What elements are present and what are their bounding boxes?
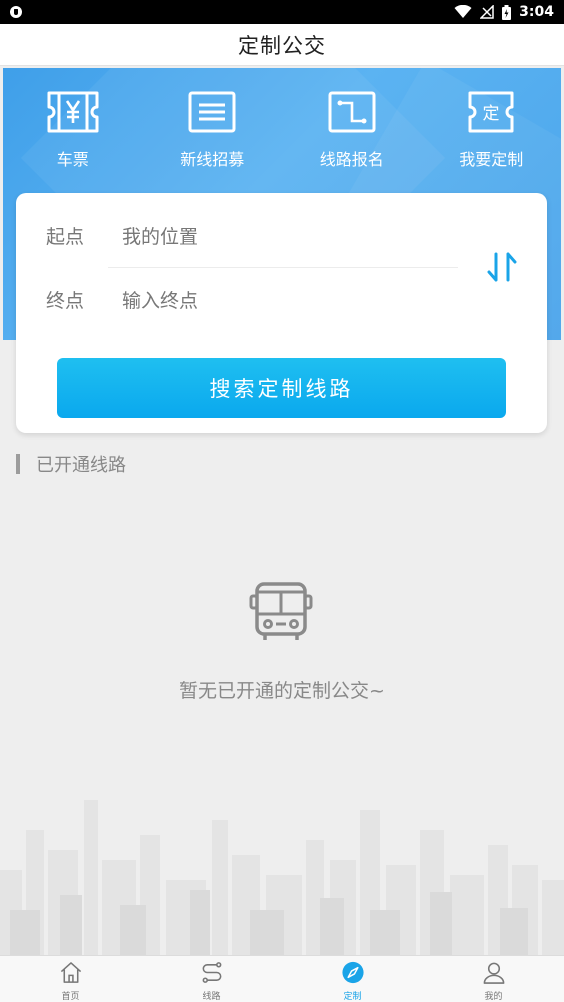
bottom-nav: 首页 线路 定制 我的 xyxy=(0,955,564,1002)
custom-ticket-icon: 定 xyxy=(468,91,514,133)
end-label: 终点 xyxy=(46,289,85,312)
city-skyline-illustration xyxy=(0,800,564,955)
quick-item-label: 车票 xyxy=(56,150,89,169)
list-doc-icon xyxy=(188,91,236,133)
start-label: 起点 xyxy=(46,225,85,248)
title-bar: 定制公交 xyxy=(0,24,564,66)
status-time: 3:04 xyxy=(519,4,554,20)
start-field[interactable]: 我的位置 xyxy=(122,222,198,249)
quick-item-label: 我要定制 xyxy=(459,150,524,169)
end-row[interactable]: 终点 输入终点 xyxy=(46,279,198,319)
quick-item-label: 线路报名 xyxy=(319,150,384,169)
end-field[interactable]: 输入终点 xyxy=(122,286,198,313)
quick-item-ticket[interactable]: 车票 xyxy=(3,90,143,170)
nav-item-routes[interactable]: 线路 xyxy=(141,956,282,1002)
search-route-button[interactable]: 搜索定制线路 xyxy=(57,358,506,418)
nav-label: 线路 xyxy=(202,992,221,1002)
shield-icon xyxy=(10,6,22,18)
page-title: 定制公交 xyxy=(238,33,326,58)
signal-icon xyxy=(480,5,494,19)
bus-icon xyxy=(249,582,313,640)
home-icon xyxy=(60,962,81,983)
nav-label: 我的 xyxy=(484,992,503,1002)
nav-item-home[interactable]: 首页 xyxy=(0,956,141,1002)
nav-item-mine[interactable]: 我的 xyxy=(423,956,564,1002)
nav-item-custom[interactable]: 定制 xyxy=(282,956,423,1002)
field-divider xyxy=(108,267,458,268)
swap-arrows-icon xyxy=(487,252,517,282)
ticket-yen-icon xyxy=(47,91,99,133)
battery-icon xyxy=(502,4,512,20)
nav-label: 定制 xyxy=(343,992,362,1002)
section-header: 已开通线路 xyxy=(16,452,126,476)
user-icon xyxy=(483,962,504,984)
quick-item-customize[interactable]: 定 我要定制 xyxy=(422,90,562,170)
search-card: 起点 我的位置 终点 输入终点 搜索定制线路 xyxy=(16,193,547,433)
quick-item-new-line[interactable]: 新线招募 xyxy=(143,90,283,170)
quick-item-label: 新线招募 xyxy=(180,150,245,169)
route-icon xyxy=(328,91,376,133)
status-bar: 3:04 xyxy=(0,0,564,24)
quick-item-route-signup[interactable]: 线路报名 xyxy=(282,90,422,170)
empty-state-message: 暂无已开通的定制公交~ xyxy=(179,680,385,702)
start-row[interactable]: 起点 我的位置 xyxy=(46,215,198,255)
wifi-icon xyxy=(454,5,472,18)
compass-icon xyxy=(341,961,364,984)
route-s-icon xyxy=(202,962,221,983)
section-marker xyxy=(16,454,20,474)
quick-menu: 车票 新线招募 线路报名 定 我要定制 xyxy=(3,90,561,170)
section-title: 已开通线路 xyxy=(36,455,126,476)
svg-text:定: 定 xyxy=(483,104,500,124)
nav-label: 首页 xyxy=(61,992,80,1002)
swap-button[interactable] xyxy=(482,247,522,287)
